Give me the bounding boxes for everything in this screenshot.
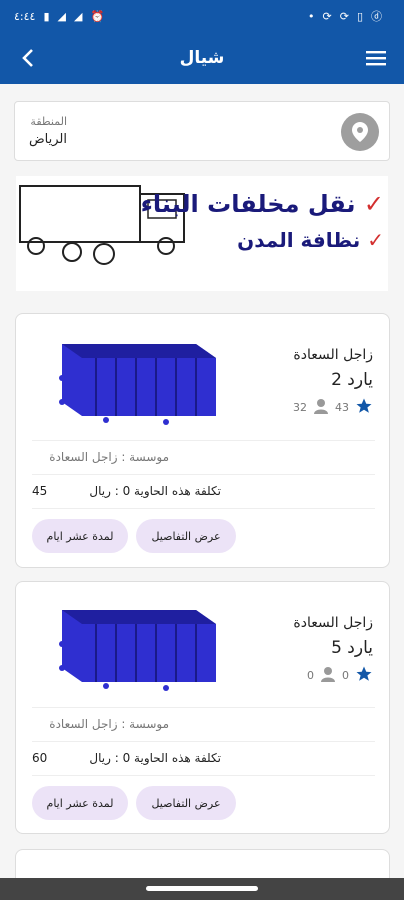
battery-icon: ▮ <box>43 9 50 23</box>
promo-banner: نقل مخلفات البناء ✓ نظافة المدن ✓ <box>16 176 388 291</box>
status-bar: ٤:٤٤ ▮ ◢ ◢ ⏰ • ⟳ ⟳ ▯ ⓓ <box>0 0 404 32</box>
divider <box>32 508 375 509</box>
stats-row: 0 0 <box>307 665 373 686</box>
rating-count: 0 <box>342 669 349 682</box>
divider <box>32 440 375 441</box>
region-selector[interactable]: المنطقة الرياض <box>14 101 390 161</box>
status-left: ٤:٤٤ ▮ ◢ ◢ ⏰ <box>14 10 104 23</box>
container-size: 2 يارد <box>331 370 373 390</box>
dot-icon: • <box>308 9 315 23</box>
container-card[interactable]: زاجل السعادة 5 يارد 0 0 موسسة : زاجل الس… <box>15 581 390 834</box>
cost-label: تكلفة هذه الحاوية 0 : ريال <box>89 751 221 765</box>
sync-icon: ⟳ <box>322 9 332 23</box>
content: المنطقة الرياض نقل مخلفات البناء ✓ نظافة… <box>0 84 404 878</box>
provider-name: زاجل السعادة <box>293 347 373 363</box>
system-nav-bar <box>0 878 404 900</box>
page-title: شيال <box>179 48 225 68</box>
divider <box>32 707 375 708</box>
home-handle[interactable] <box>146 886 258 891</box>
sync-icon: ⟳ <box>339 9 349 23</box>
file-icon: ▯ <box>356 9 363 23</box>
user-icon <box>320 666 336 685</box>
provider-name: زاجل السعادة <box>293 615 373 631</box>
divider <box>32 741 375 742</box>
stats-row: 32 43 <box>293 397 373 418</box>
container-card[interactable] <box>15 849 390 878</box>
price-value: 60 <box>32 751 48 765</box>
details-button[interactable]: عرض التفاصيل <box>136 519 236 553</box>
star-icon <box>355 665 373 686</box>
container-image <box>59 610 216 691</box>
clock: ٤:٤٤ <box>14 9 36 23</box>
alarm-icon: ⏰ <box>90 9 105 23</box>
users-count: 0 <box>307 669 314 682</box>
back-button[interactable] <box>14 44 42 72</box>
organization-label: موسسة : زاجل السعادة <box>49 717 169 731</box>
duration-button[interactable]: لمدة عشر ايام <box>32 519 128 553</box>
container-size: 5 يارد <box>331 638 373 658</box>
organization-label: موسسة : زاجل السعادة <box>49 450 169 464</box>
users-count: 32 <box>293 401 307 414</box>
price-value: 45 <box>32 484 48 498</box>
region-label: المنطقة <box>30 115 67 128</box>
d-icon: ⓓ <box>371 10 382 23</box>
user-icon <box>313 398 329 417</box>
status-right: • ⟳ ⟳ ▯ ⓓ <box>308 8 390 24</box>
banner-line-2: نظافة المدن ✓ <box>237 228 384 252</box>
star-icon <box>355 397 373 418</box>
signal-icon: ◢ <box>57 9 66 23</box>
divider <box>32 474 375 475</box>
banner-line-1: نقل مخلفات البناء ✓ <box>140 190 384 218</box>
signal-icon: ◢ <box>73 9 83 23</box>
app-bar: شيال <box>0 32 404 84</box>
cost-label: تكلفة هذه الحاوية 0 : ريال <box>89 484 221 498</box>
divider <box>32 775 375 776</box>
menu-icon[interactable] <box>362 44 390 72</box>
rating-count: 43 <box>335 401 349 414</box>
container-card[interactable]: زاجل السعادة 2 يارد 32 43 موسسة : زاجل ا… <box>15 313 390 568</box>
container-image <box>59 344 216 425</box>
location-pin-icon[interactable] <box>341 113 379 151</box>
duration-button[interactable]: لمدة عشر ايام <box>32 786 128 820</box>
region-value: الرياض <box>28 132 67 147</box>
details-button[interactable]: عرض التفاصيل <box>136 786 236 820</box>
